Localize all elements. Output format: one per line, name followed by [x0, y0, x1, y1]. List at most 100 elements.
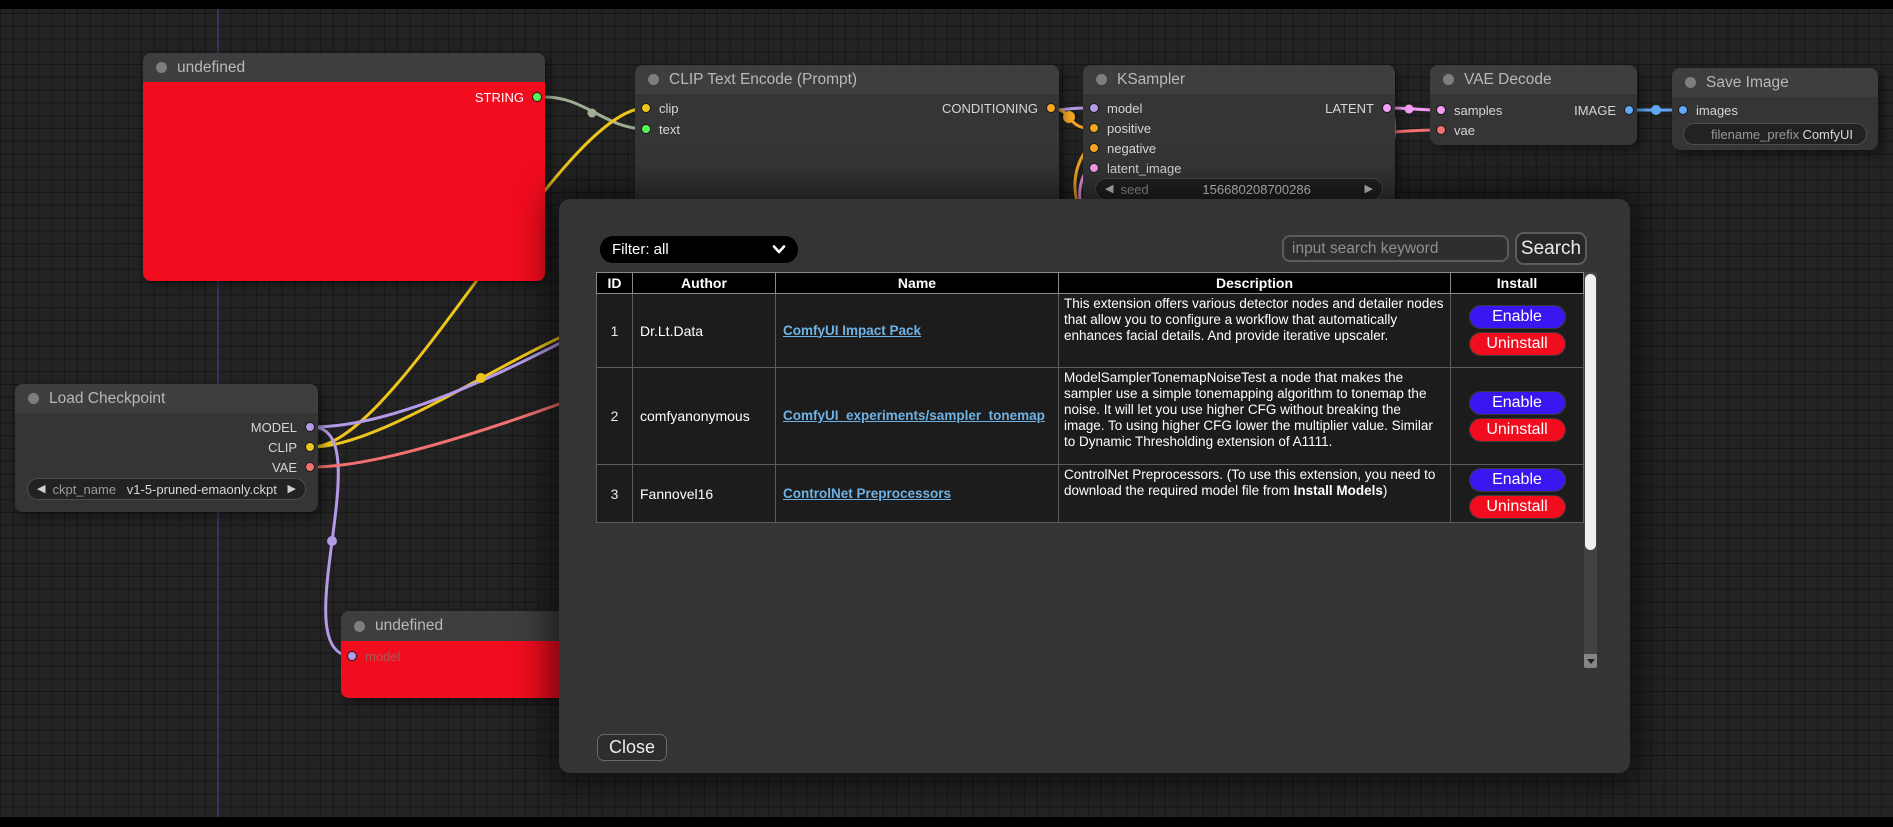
table-row: 2comfyanonymousComfyUI_experiments/sampl… — [597, 368, 1584, 465]
widget-increment-arrow[interactable]: ▶ — [288, 484, 296, 495]
input-slot-vae[interactable] — [1436, 125, 1446, 135]
node-collapse-dot[interactable] — [156, 62, 167, 73]
col-header-id: ID — [597, 273, 633, 294]
node-save-image[interactable]: Save Image images filename_prefix ComfyU… — [1672, 68, 1878, 150]
widget-decrement-arrow[interactable]: ◀ — [1105, 184, 1113, 195]
link-dot — [1063, 111, 1075, 123]
search-input[interactable] — [1282, 235, 1509, 262]
search-button[interactable]: Search — [1515, 232, 1587, 265]
scrollbar-thumb[interactable] — [1585, 274, 1596, 550]
extension-id-cell: 3 — [597, 465, 633, 523]
error-node-body: STRING — [143, 82, 545, 281]
input-label: vae — [1454, 123, 1475, 138]
scrollbar[interactable] — [1584, 272, 1597, 668]
input-slot-positive[interactable] — [1089, 123, 1099, 133]
uninstall-button[interactable]: Uninstall — [1469, 332, 1566, 356]
node-collapse-dot[interactable] — [648, 74, 659, 85]
widget-decrement-arrow[interactable]: ◀ — [37, 484, 45, 495]
node-collapse-dot[interactable] — [28, 393, 39, 404]
scrollbar-down-button[interactable] — [1584, 654, 1597, 668]
comfyui-canvas[interactable]: undefined STRING CLIP Text Encode (Promp… — [0, 0, 1893, 827]
col-header-name: Name — [776, 273, 1059, 294]
input-label: model — [365, 649, 400, 664]
extension-install-cell: Enable Uninstall — [1451, 465, 1584, 523]
output-slot-image[interactable] — [1624, 105, 1634, 115]
link-dot — [588, 109, 597, 118]
node-title: Load Checkpoint — [49, 390, 165, 408]
seed-widget[interactable]: ◀ seed 156680208700286 ▶ — [1095, 178, 1383, 200]
input-slot-model[interactable] — [347, 651, 357, 661]
output-slot-model[interactable] — [305, 422, 315, 432]
widget-label: ckpt_name — [52, 482, 116, 497]
input-slot-text[interactable] — [641, 124, 651, 134]
close-button[interactable]: Close — [597, 734, 667, 761]
input-label: negative — [1107, 141, 1156, 156]
node-load-checkpoint[interactable]: Load Checkpoint MODEL CLIP VAE ◀ ckpt_na… — [15, 384, 318, 512]
output-slot-clip[interactable] — [305, 442, 315, 452]
widget-label: filename_prefix — [1711, 127, 1799, 142]
widget-label: seed — [1120, 182, 1148, 197]
table-row: 1Dr.Lt.DataComfyUI Impact PackThis exten… — [597, 294, 1584, 368]
link-dot — [327, 536, 337, 546]
input-slot-latent-image[interactable] — [1089, 163, 1099, 173]
node-undefined-bottom[interactable]: undefined model — [341, 611, 581, 698]
extension-name-link[interactable]: ComfyUI_experiments/sampler_tonemap — [783, 408, 1045, 423]
col-header-description: Description — [1059, 273, 1451, 294]
input-label: latent_image — [1107, 161, 1181, 176]
table-header-row: ID Author Name Description Install — [597, 273, 1584, 294]
extension-description-cell: This extension offers various detector n… — [1059, 294, 1451, 368]
output-slot-latent[interactable] — [1382, 103, 1392, 113]
input-slot-images[interactable] — [1678, 105, 1688, 115]
node-collapse-dot[interactable] — [1096, 74, 1107, 85]
extension-name-link[interactable]: ComfyUI Impact Pack — [783, 323, 921, 338]
output-slot-vae[interactable] — [305, 462, 315, 472]
extension-name-cell: ComfyUI Impact Pack — [776, 294, 1059, 368]
canvas-bottom-letterbox — [0, 817, 1893, 827]
output-label: IMAGE — [1574, 103, 1616, 118]
output-label: CLIP — [268, 440, 297, 455]
enable-button[interactable]: Enable — [1469, 468, 1566, 492]
output-label: MODEL — [251, 420, 297, 435]
chevron-down-icon — [772, 245, 786, 254]
node-collapse-dot[interactable] — [1685, 77, 1696, 88]
link-dot — [476, 373, 486, 383]
table-row: 3Fannovel16ControlNet PreprocessorsContr… — [597, 465, 1584, 523]
filename-prefix-widget[interactable]: filename_prefix ComfyUI — [1683, 123, 1867, 145]
enable-button[interactable]: Enable — [1469, 305, 1566, 329]
arrow-down-icon — [1587, 659, 1595, 664]
filter-dropdown[interactable]: Filter: all — [600, 236, 798, 263]
extension-name-link[interactable]: ControlNet Preprocessors — [783, 486, 951, 501]
input-slot-negative[interactable] — [1089, 143, 1099, 153]
col-header-author: Author — [633, 273, 776, 294]
node-clip-text-encode[interactable]: CLIP Text Encode (Prompt) clip text COND… — [635, 65, 1059, 215]
ckpt-name-widget[interactable]: ◀ ckpt_name v1-5-pruned-emaonly.ckpt ▶ — [27, 478, 306, 500]
output-slot-string[interactable] — [532, 92, 542, 102]
output-label: VAE — [272, 460, 297, 475]
enable-button[interactable]: Enable — [1469, 391, 1566, 415]
link-string-to-text — [545, 97, 646, 129]
extension-id-cell: 2 — [597, 368, 633, 465]
node-collapse-dot[interactable] — [1443, 74, 1454, 85]
input-label: positive — [1107, 121, 1151, 136]
widget-value: 156680208700286 — [1149, 182, 1365, 197]
extensions-table: ID Author Name Description Install 1Dr.L… — [596, 272, 1584, 523]
node-title: Save Image — [1706, 74, 1789, 92]
output-slot-conditioning[interactable] — [1046, 103, 1056, 113]
extension-author-cell: Dr.Lt.Data — [633, 294, 776, 368]
node-title: KSampler — [1117, 71, 1185, 89]
node-ksampler[interactable]: KSampler model positive negative latent_… — [1083, 65, 1395, 215]
extension-install-cell: Enable Uninstall — [1451, 294, 1584, 368]
uninstall-button[interactable]: Uninstall — [1469, 495, 1566, 519]
output-label: CONDITIONING — [942, 101, 1038, 116]
extension-description-cell: ModelSamplerTonemapNoiseTest a node that… — [1059, 368, 1451, 465]
node-title: CLIP Text Encode (Prompt) — [669, 71, 857, 89]
output-label: STRING — [475, 90, 524, 105]
custom-nodes-manager-dialog: Filter: all Search ID Author Name Descri… — [559, 199, 1630, 773]
extension-install-cell: Enable Uninstall — [1451, 368, 1584, 465]
error-node-body: model — [341, 641, 581, 698]
node-collapse-dot[interactable] — [354, 621, 365, 632]
widget-increment-arrow[interactable]: ▶ — [1365, 184, 1373, 195]
node-undefined-top[interactable]: undefined STRING — [143, 53, 545, 281]
node-vae-decode[interactable]: VAE Decode samples vae IMAGE — [1430, 65, 1637, 145]
uninstall-button[interactable]: Uninstall — [1469, 418, 1566, 442]
